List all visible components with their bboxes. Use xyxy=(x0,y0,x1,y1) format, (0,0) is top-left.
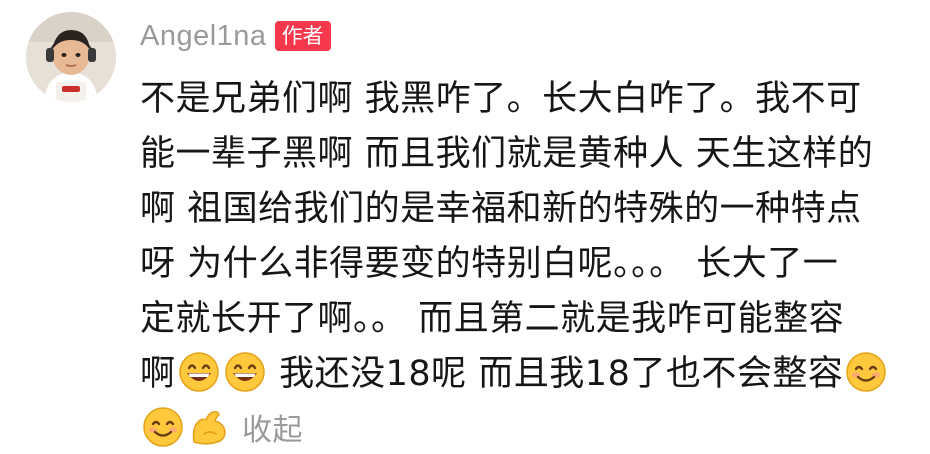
grinning-face-icon xyxy=(224,351,266,393)
comment-line-with-emojis: 收起 xyxy=(140,402,900,454)
comment-line-with-emojis: 啊 我还没18呢 而且我18了也不会整容 xyxy=(140,347,900,402)
flexed-biceps-icon xyxy=(188,406,230,448)
smiling-face-icon xyxy=(142,406,184,448)
comment-text-segment: 我还没18呢 而且我18了也不会整容 xyxy=(267,354,844,394)
comment-line: 啊 祖国给我们的是幸福和新的特殊的一种特点 xyxy=(140,189,862,229)
comment-header: Angel1na 作者 xyxy=(140,16,331,56)
username[interactable]: Angel1na xyxy=(140,20,267,53)
collapse-button[interactable]: 收起 xyxy=(242,413,303,448)
comment-line: 能一辈子黑啊 而且我们就是黄种人 天生这样的 xyxy=(140,134,874,174)
author-badge: 作者 xyxy=(274,21,331,51)
grinning-face-icon xyxy=(178,351,220,393)
comment-text: 不是兄弟们啊 我黑咋了。长大白咋了。我不可 能一辈子黑啊 而且我们就是黄种人 天… xyxy=(140,72,900,454)
smiling-face-icon xyxy=(845,351,887,393)
comment-text-segment: 啊 xyxy=(140,354,176,394)
comment-line: 不是兄弟们啊 我黑咋了。长大白咋了。我不可 xyxy=(140,79,862,119)
comment-line: 定就长开了啊。。 而且第二就是我咋可能整容 xyxy=(140,299,845,339)
comment-line: 呀 为什么非得要变的特别白呢。。。 长大了一 xyxy=(140,244,839,284)
avatar[interactable] xyxy=(26,12,116,102)
comment-item: Angel1na 作者 不是兄弟们啊 我黑咋了。长大白咋了。我不可 能一辈子黑啊… xyxy=(0,0,930,454)
avatar-image xyxy=(26,12,116,102)
